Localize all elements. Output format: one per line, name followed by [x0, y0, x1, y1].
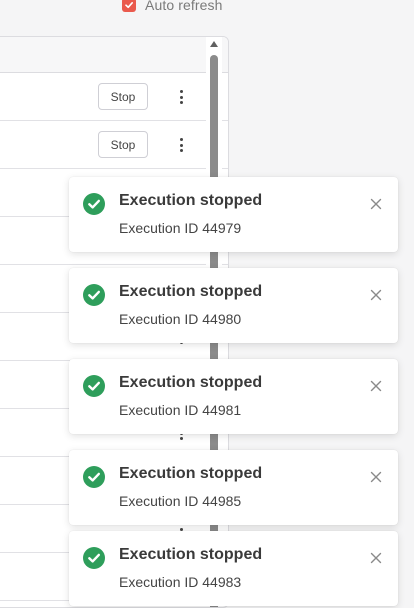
toast-notification: Execution stopped Execution ID 44985: [69, 450, 398, 525]
scroll-up-arrow-icon[interactable]: [210, 41, 218, 47]
table-header: [0, 37, 228, 73]
vertical-ellipsis-icon[interactable]: [177, 90, 185, 104]
toast-notification: Execution stopped Execution ID 44983: [69, 531, 398, 606]
toast-title: Execution stopped: [119, 283, 263, 300]
toast-notification: Execution stopped Execution ID 44979: [69, 177, 398, 252]
toast-notification: Execution stopped Execution ID 44981: [69, 359, 398, 434]
toast-message: Execution ID 44985: [119, 493, 242, 509]
auto-refresh-checkbox[interactable]: [122, 0, 136, 12]
close-icon[interactable]: [369, 379, 383, 393]
table-row: Stop: [0, 73, 228, 121]
auto-refresh-label: Auto refresh: [145, 0, 223, 13]
toast-message: Execution ID 44983: [119, 574, 242, 590]
toast-message: Execution ID 44980: [119, 311, 242, 327]
close-icon[interactable]: [369, 197, 383, 211]
stop-button[interactable]: Stop: [98, 131, 148, 158]
toast-message: Execution ID 44981: [119, 402, 242, 418]
auto-refresh-toggle[interactable]: Auto refresh: [122, 0, 222, 13]
toast-title: Execution stopped: [119, 546, 263, 563]
toast-title: Execution stopped: [119, 374, 263, 391]
close-icon[interactable]: [369, 470, 383, 484]
close-icon[interactable]: [369, 551, 383, 565]
vertical-ellipsis-icon[interactable]: [177, 138, 185, 152]
stop-button[interactable]: Stop: [98, 83, 148, 110]
check-circle-icon: [83, 284, 105, 306]
check-circle-icon: [83, 547, 105, 569]
toast-title: Execution stopped: [119, 465, 263, 482]
checkmark-icon: [125, 1, 133, 9]
check-circle-icon: [83, 375, 105, 397]
close-icon[interactable]: [369, 288, 383, 302]
toast-title: Execution stopped: [119, 192, 263, 209]
check-circle-icon: [83, 466, 105, 488]
table-row: Stop: [0, 121, 228, 169]
toast-message: Execution ID 44979: [119, 220, 242, 236]
check-circle-icon: [83, 193, 105, 215]
toast-notification: Execution stopped Execution ID 44980: [69, 268, 398, 343]
